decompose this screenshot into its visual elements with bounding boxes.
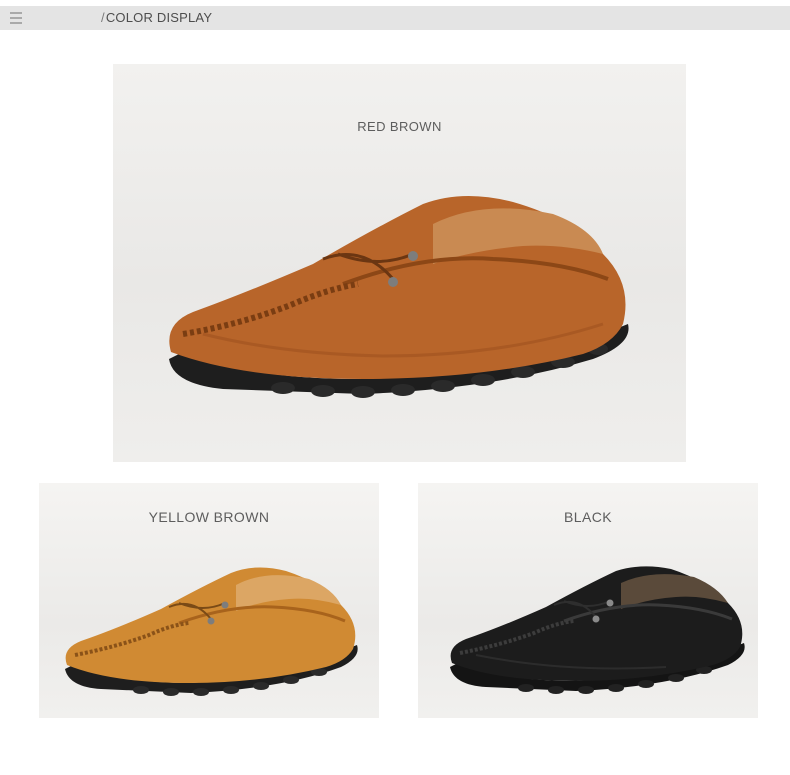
color-panel-yellow-brown: YELLOW BROWN	[39, 483, 379, 718]
red-brown-loafer-image	[169, 195, 629, 398]
yellow-brown-loafer-image	[65, 567, 358, 696]
top-bar: /COLOR DISPLAY	[0, 6, 790, 30]
color-label: BLACK	[564, 509, 612, 525]
hamburger-menu-icon[interactable]	[10, 12, 22, 24]
black-loafer-image	[450, 566, 745, 694]
color-label: RED BROWN	[357, 119, 442, 134]
color-panel-red-brown: RED BROWN	[113, 64, 686, 462]
color-panel-black: BLACK	[418, 483, 758, 718]
section-title: /COLOR DISPLAY	[101, 10, 213, 25]
color-label: YELLOW BROWN	[148, 509, 270, 525]
